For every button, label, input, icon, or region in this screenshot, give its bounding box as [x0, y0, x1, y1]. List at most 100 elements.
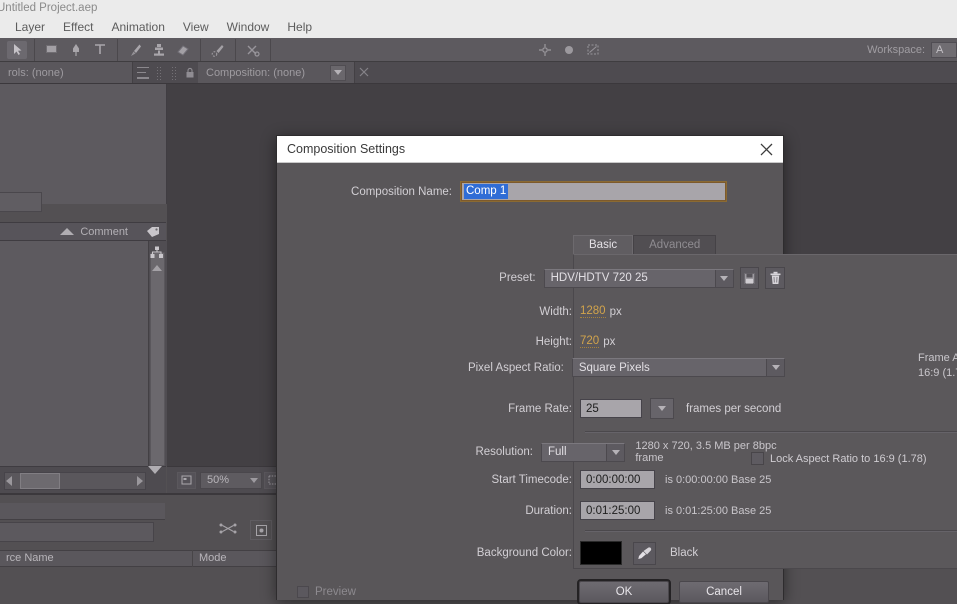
- comp-dropdown-icon[interactable]: [330, 64, 346, 81]
- fit-comp-icon[interactable]: [177, 471, 196, 489]
- zoom-level-value: 50%: [207, 474, 230, 486]
- menu-item-help[interactable]: Help: [278, 18, 321, 36]
- eyedropper-icon[interactable]: [633, 541, 656, 565]
- preset-chevron-down-icon[interactable]: [714, 269, 733, 287]
- anchor-point-tool-icon[interactable]: [535, 41, 555, 59]
- preset-label: Preset:: [499, 272, 536, 284]
- sort-arrow-icon[interactable]: [60, 228, 75, 235]
- width-label: Width:: [539, 305, 572, 318]
- interpret-footage-icon[interactable]: [218, 521, 238, 540]
- resolution-note: 1280 x 720, 3.5 MB per 8bpc frame: [635, 440, 777, 464]
- frame-rate-input[interactable]: 25: [580, 399, 642, 418]
- after-effects-window: Untitled Project.aep Layer Effect Animat…: [0, 0, 957, 604]
- resolution-select[interactable]: Full: [541, 442, 626, 462]
- panel-menu-icon[interactable]: [137, 66, 151, 79]
- composition-name-input[interactable]: Comp 1: [460, 181, 727, 202]
- zoom-chevron-down-icon[interactable]: [250, 477, 258, 483]
- menu-item-view[interactable]: View: [174, 18, 218, 36]
- menu-item-layer[interactable]: Layer: [6, 18, 54, 36]
- panel-grip[interactable]: [156, 65, 163, 80]
- frame-aspect-ratio-value: 16:9 (1.78): [918, 367, 957, 379]
- resolution-row: Resolution: Full 1280 x 720, 3.5 MB per …: [277, 440, 785, 464]
- project-search-input[interactable]: [0, 522, 154, 542]
- cancel-button[interactable]: Cancel: [679, 581, 769, 603]
- layer-graph-icon[interactable]: [148, 243, 166, 261]
- start-timecode-value: 0:00:00:00: [586, 473, 641, 486]
- width-value[interactable]: 1280: [580, 305, 606, 318]
- background-color-row: Background Color: Black: [277, 541, 785, 565]
- hscroll-knob[interactable]: [20, 473, 60, 489]
- comment-label: Comment: [80, 225, 128, 238]
- left-value-field[interactable]: [0, 192, 42, 212]
- rectangle-tool-icon[interactable]: [42, 41, 62, 59]
- trash-icon[interactable]: [765, 267, 785, 289]
- column-source-name[interactable]: rce Name: [0, 550, 193, 567]
- frame-rate-row: Frame Rate: 25 frames per second: [277, 398, 785, 419]
- pixel-aspect-ratio-label: Pixel Aspect Ratio:: [467, 361, 564, 374]
- pixel-aspect-ratio-value: Square Pixels: [578, 361, 650, 374]
- composition-tabstrip: Composition: (none): [167, 62, 957, 84]
- comment-tag-icon[interactable]: [144, 224, 162, 239]
- start-timecode-input[interactable]: 0:00:00:00: [580, 470, 655, 489]
- par-chevron-down-icon[interactable]: [766, 359, 784, 376]
- comment-column-header: Comment: [0, 222, 166, 241]
- zoom-level-select[interactable]: 50%: [200, 471, 262, 489]
- composition-name-row: Composition Name: Comp 1: [277, 181, 785, 202]
- left-scrollbar-thumb[interactable]: [150, 252, 165, 466]
- tab-composition-label: Composition: (none): [206, 66, 306, 79]
- menu-item-window[interactable]: Window: [218, 18, 279, 36]
- dialog-tabs: Basic Advanced: [573, 235, 717, 254]
- left-horizontal-scrollbar[interactable]: [4, 472, 146, 490]
- preset-select[interactable]: HDV/HDTV 720 25: [543, 268, 734, 288]
- brush-tool-icon[interactable]: [125, 41, 145, 59]
- collapse-arrow-icon[interactable]: [146, 462, 164, 478]
- ellipse-tool-icon[interactable]: [559, 41, 579, 59]
- save-preset-icon[interactable]: [739, 267, 760, 289]
- dialog-title: Composition Settings: [287, 142, 406, 156]
- selection-tool-icon[interactable]: [7, 40, 27, 59]
- mask-tool-icon[interactable]: [583, 41, 603, 59]
- preview-checkbox[interactable]: [297, 586, 309, 598]
- tab-advanced[interactable]: Advanced: [633, 235, 717, 254]
- comp-panel-grip[interactable]: [171, 65, 178, 80]
- frame-aspect-ratio-label: Frame Aspect Ratio:: [918, 352, 957, 364]
- comp-lock-icon[interactable]: [182, 66, 198, 80]
- frame-rate-value: 25: [586, 402, 599, 415]
- dialog-footer: Preview OK Cancel: [277, 579, 785, 604]
- tool-group-puppet: [236, 38, 271, 61]
- scroll-right-arrow-icon[interactable]: [137, 476, 143, 486]
- scroll-left-arrow-icon[interactable]: [6, 476, 12, 486]
- new-composition-icon[interactable]: [250, 520, 272, 540]
- pen-tool-icon[interactable]: [66, 41, 86, 59]
- menu-item-animation[interactable]: Animation: [103, 18, 174, 36]
- duration-input[interactable]: 0:01:25:00: [580, 501, 655, 520]
- pixel-aspect-ratio-select[interactable]: Square Pixels: [571, 358, 785, 377]
- tool-group-roto: [201, 38, 236, 61]
- tab-effect-controls[interactable]: rols: (none): [0, 62, 133, 83]
- start-timecode-row: Start Timecode: 0:00:00:00 is 0:00:00:00…: [277, 470, 785, 489]
- menu-item-effect[interactable]: Effect: [54, 18, 102, 36]
- scroll-up-arrow-icon[interactable]: [150, 262, 164, 274]
- close-icon[interactable]: [757, 140, 775, 158]
- puppet-pin-tool-icon[interactable]: [243, 41, 263, 59]
- comp-close-icon[interactable]: [359, 67, 371, 79]
- tab-composition[interactable]: Composition: (none): [198, 62, 355, 83]
- group-separator-2: [585, 530, 957, 532]
- background-color-swatch[interactable]: [580, 541, 622, 565]
- preview-label: Preview: [315, 586, 356, 598]
- resolution-chevron-down-icon[interactable]: [606, 443, 625, 461]
- height-value[interactable]: 720: [580, 335, 600, 348]
- ok-button[interactable]: OK: [577, 579, 671, 604]
- group-separator-1: [585, 431, 957, 433]
- tab-basic[interactable]: Basic: [573, 235, 634, 254]
- duration-label: Duration:: [525, 504, 572, 517]
- workspace-select[interactable]: A: [931, 41, 957, 58]
- duration-value: 0:01:25:00: [586, 504, 641, 517]
- eraser-tool-icon[interactable]: [173, 41, 193, 59]
- frame-rate-stepper[interactable]: [650, 398, 674, 419]
- type-tool-icon[interactable]: [90, 41, 110, 59]
- frame-rate-suffix: frames per second: [686, 402, 782, 415]
- roto-brush-tool-icon[interactable]: [208, 41, 228, 59]
- clone-stamp-tool-icon[interactable]: [149, 41, 169, 59]
- tool-group-selection: [0, 38, 35, 61]
